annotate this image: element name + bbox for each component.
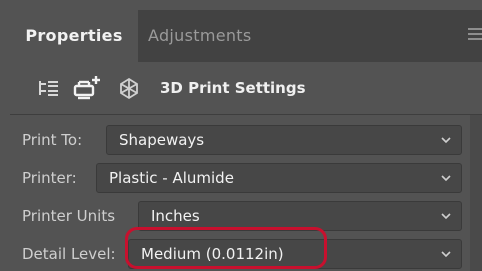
chevron-down-icon [441, 137, 451, 144]
chevron-down-icon [441, 251, 451, 258]
printer-value: Plastic - Alumide [109, 169, 234, 187]
print-to-row: Print To: Shapeways [10, 123, 466, 157]
detail-level-highlight [125, 227, 327, 269]
panel-scrollbar[interactable] [470, 115, 482, 271]
layers-tree-icon[interactable] [34, 74, 64, 102]
printer-label: Printer: [22, 169, 77, 187]
printer-add-icon[interactable] [70, 74, 100, 102]
tab-bar: Properties Adjustments [10, 10, 482, 62]
panel-title: 3D Print Settings [160, 79, 306, 97]
printer-row: Printer: Plastic - Alumide [10, 161, 466, 195]
detail-level-label: Detail Level: [22, 245, 116, 263]
properties-toolbar: 3D Print Settings [10, 62, 482, 114]
print-to-select[interactable]: Shapeways [106, 125, 462, 155]
scene-3d-icon[interactable] [114, 74, 144, 102]
printer-units-label: Printer Units [22, 207, 116, 225]
chevron-down-icon [441, 175, 451, 182]
panel-menu-icon[interactable] [468, 28, 482, 43]
tab-properties[interactable]: Properties [10, 10, 138, 62]
printer-select[interactable]: Plastic - Alumide [96, 163, 462, 193]
printer-units-value: Inches [151, 207, 200, 225]
tab-adjustments[interactable]: Adjustments [148, 10, 252, 62]
print-to-value: Shapeways [119, 131, 205, 149]
chevron-down-icon [441, 213, 451, 220]
print-to-label: Print To: [22, 131, 83, 149]
